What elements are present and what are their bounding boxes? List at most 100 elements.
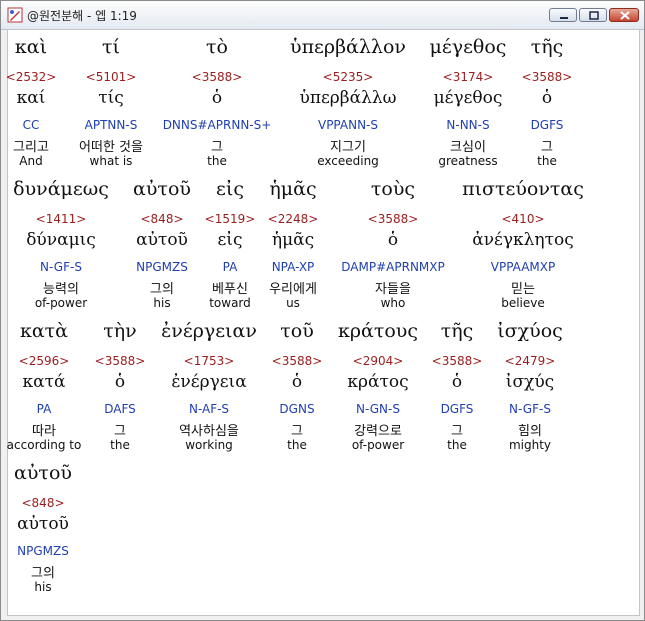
korean-gloss: 자들을 — [375, 282, 411, 297]
lemma-word: μέγεθος — [433, 88, 503, 108]
greek-word: ἐνέργειαν — [161, 320, 257, 342]
lemma-word: δύναμις — [26, 230, 96, 250]
maximize-button[interactable] — [579, 8, 607, 22]
korean-gloss: 그 — [451, 424, 463, 439]
english-gloss: toward — [209, 296, 251, 310]
english-gloss: mighty — [508, 438, 552, 452]
korean-gloss: 그의 — [31, 566, 55, 581]
lemma-word: ὁ — [541, 88, 553, 108]
greek-word: τοὺς — [370, 178, 416, 200]
english-gloss: believe — [501, 296, 545, 310]
greek-word: τί — [102, 36, 120, 58]
greek-word: πιστεύοντας — [462, 178, 584, 200]
greek-word: τῆς — [530, 36, 564, 58]
close-button[interactable] — [609, 8, 639, 22]
lemma-word: ἰσχύς — [505, 372, 555, 392]
strong-number[interactable]: <3588> — [368, 212, 419, 226]
lemma-word: τίς — [98, 88, 124, 108]
korean-gloss: 그 — [291, 424, 303, 439]
morph-code: N-GF-S — [509, 402, 551, 416]
title-bar[interactable]: @원전분해 - 엡 1:19 — [1, 1, 644, 30]
morph-code: PA — [222, 260, 238, 274]
strong-number[interactable]: <410> — [501, 212, 544, 226]
window-title: @원전분해 - 엡 1:19 — [27, 9, 137, 23]
lemma-word: καί — [16, 88, 46, 108]
lemma-word: εἰς — [217, 230, 243, 250]
interlinear-content[interactable]: καὶ <2532> καί CC 그리고 And τί <5101> τίς APTNN-S 어떠… — [6, 29, 640, 616]
lemma-word: αὐτοῦ — [136, 230, 188, 250]
english-gloss: working — [185, 438, 233, 452]
korean-gloss: 힘의 — [518, 424, 542, 439]
morph-code: DAFS — [104, 402, 136, 416]
korean-gloss: 어떠한 것을 — [79, 140, 143, 155]
morph-code: VPPANN-S — [317, 118, 379, 132]
morph-code: VPPAAMXP — [490, 260, 556, 274]
english-gloss: the — [207, 154, 227, 168]
greek-word: αὐτοῦ — [14, 462, 72, 484]
morph-code: DAMP#APRNMXP — [341, 260, 445, 274]
morph-code: APTNN-S — [84, 118, 138, 132]
morph-code: N-GF-S — [40, 260, 82, 274]
korean-gloss: 그 — [541, 140, 553, 155]
morph-code: N-GN-S — [356, 402, 400, 416]
english-gloss: of-power — [34, 296, 88, 310]
strong-number[interactable]: <2596> — [19, 354, 70, 368]
english-gloss: who — [380, 296, 406, 310]
strong-number[interactable]: <848> — [140, 212, 183, 226]
greek-word: τὸ — [206, 36, 228, 58]
english-gloss: greatness — [438, 154, 498, 168]
strong-number[interactable]: <1753> — [184, 354, 235, 368]
lemma-word: ὁ — [387, 230, 399, 250]
minimize-button[interactable] — [549, 8, 577, 22]
strong-number[interactable]: <1519> — [205, 212, 256, 226]
english-gloss: of-power — [351, 438, 405, 452]
strong-number[interactable]: <3588> — [522, 70, 573, 84]
korean-gloss: 그의 — [150, 282, 174, 297]
greek-word: τῆς — [440, 320, 474, 342]
strong-number[interactable]: <5101> — [86, 70, 137, 84]
lemma-word: αὐτοῦ — [17, 514, 69, 534]
lemma-word: κράτος — [347, 372, 409, 392]
morph-code: DGNS — [279, 402, 315, 416]
english-gloss: exceeding — [317, 154, 379, 168]
strong-number[interactable]: <3174> — [443, 70, 494, 84]
morph-code: NPGMZS — [136, 260, 188, 274]
korean-gloss: 그 — [211, 140, 223, 155]
morph-code: NPGMZS — [17, 544, 69, 558]
korean-gloss: 강력으로 — [354, 424, 402, 439]
greek-word: μέγεθος — [429, 36, 507, 58]
morph-code: DNNS#APRNN-S+ — [162, 118, 272, 132]
strong-number[interactable]: <2532> — [6, 70, 57, 84]
lemma-word: ἀνέγκλητος — [472, 230, 574, 250]
strong-number[interactable]: <3588> — [95, 354, 146, 368]
lemma-word: ὁ — [451, 372, 463, 392]
english-gloss: according to — [6, 438, 82, 452]
app-window: @원전분해 - 엡 1:19 καὶ <2532> καί CC 그리고 And τί <51… — [0, 0, 645, 621]
english-gloss: the — [110, 438, 130, 452]
korean-gloss: 능력의 — [43, 282, 79, 297]
morph-code: NPA-XP — [271, 260, 315, 274]
english-gloss: us — [286, 296, 300, 310]
english-gloss: the — [447, 438, 467, 452]
lemma-word: ἐνέργεια — [171, 372, 247, 392]
greek-word: αὐτοῦ — [133, 178, 191, 200]
lemma-word: κατά — [22, 372, 66, 392]
korean-gloss: 우리에게 — [269, 282, 317, 297]
strong-number[interactable]: <1411> — [36, 212, 87, 226]
english-gloss: his — [153, 296, 171, 310]
strong-number[interactable]: <3588> — [432, 354, 483, 368]
app-icon — [7, 7, 23, 23]
strong-number[interactable]: <3588> — [192, 70, 243, 84]
strong-number[interactable]: <2904> — [353, 354, 404, 368]
greek-word: ὑπερβάλλον — [290, 36, 406, 58]
strong-number[interactable]: <848> — [21, 496, 64, 510]
strong-number[interactable]: <2479> — [505, 354, 556, 368]
greek-word: τοῦ — [280, 320, 314, 342]
greek-word: κράτους — [337, 320, 419, 342]
strong-number[interactable]: <5235> — [323, 70, 374, 84]
korean-gloss: 따라 — [32, 424, 56, 439]
morph-code: N-NN-S — [446, 118, 490, 132]
english-gloss: And — [19, 154, 43, 168]
strong-number[interactable]: <2248> — [268, 212, 319, 226]
strong-number[interactable]: <3588> — [272, 354, 323, 368]
